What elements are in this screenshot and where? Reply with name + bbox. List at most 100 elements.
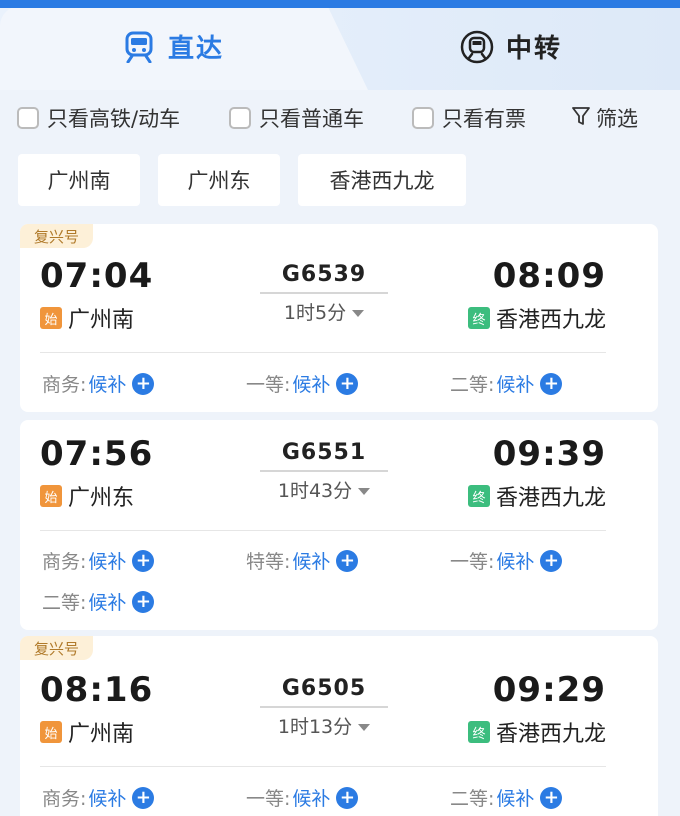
seat-class-label: 特等: <box>246 551 291 573</box>
departure-station: 始 广州南 <box>40 302 134 334</box>
seat-class[interactable]: 一等: 候补 + <box>246 784 359 811</box>
filter-available[interactable]: 只看有票 <box>412 103 526 133</box>
checkbox[interactable] <box>229 107 251 129</box>
filter-button[interactable]: 筛选 <box>572 103 638 133</box>
funnel-icon <box>572 106 590 131</box>
arrival-time: 09:39 <box>492 434 606 474</box>
divider <box>40 352 606 353</box>
seat-status: 候补 <box>292 788 331 810</box>
seat-class-label: 商务: <box>42 788 87 810</box>
filter-button-label: 筛选 <box>596 107 638 131</box>
plus-icon[interactable]: + <box>336 372 359 395</box>
departure-station-name: 广州南 <box>68 308 135 333</box>
station-chip[interactable]: 香港西九龙 <box>298 154 466 206</box>
top-accent-bar <box>0 0 680 8</box>
duration-text: 1时5分 <box>283 302 347 324</box>
tab-direct[interactable]: 直达 <box>122 28 224 65</box>
arrival-station-name: 香港西九龙 <box>495 486 606 511</box>
seat-status: 候补 <box>292 374 331 396</box>
departure-time: 08:16 <box>40 670 154 710</box>
seat-class-label: 二等: <box>450 374 495 396</box>
seat-class[interactable]: 一等: 候补 + <box>246 370 359 397</box>
seat-class[interactable]: 二等: 候补 + <box>450 784 563 811</box>
start-tag: 始 <box>40 485 62 507</box>
seat-status: 候补 <box>496 374 535 396</box>
duration[interactable]: 1时5分 <box>260 298 388 325</box>
tab-transfer-label: 中转 <box>506 34 563 64</box>
arrival-station: 终 香港西九龙 <box>467 302 606 334</box>
departure-station-name: 广州东 <box>68 486 135 511</box>
station-chip[interactable]: 广州东 <box>158 154 280 206</box>
filter-label: 只看普通车 <box>259 107 364 131</box>
seat-class-label: 二等: <box>42 592 87 614</box>
arrival-station-name: 香港西九龙 <box>495 308 606 333</box>
departure-station: 始 广州东 <box>40 480 134 512</box>
plus-icon[interactable]: + <box>336 786 359 809</box>
duration[interactable]: 1时43分 <box>260 476 388 503</box>
chevron-down-icon <box>352 310 365 317</box>
seat-status: 候补 <box>88 592 127 614</box>
divider <box>40 766 606 767</box>
departure-time: 07:56 <box>40 434 154 474</box>
train-line-divider <box>260 470 388 472</box>
filter-row: 只看高铁/动车 只看普通车 只看有票 筛选 <box>0 96 680 140</box>
arrival-station: 终 香港西九龙 <box>467 716 606 748</box>
plus-icon[interactable]: + <box>132 372 155 395</box>
train-number: G6551 <box>281 440 367 465</box>
duration-text: 1时43分 <box>277 480 353 502</box>
seat-class-label: 二等: <box>450 788 495 810</box>
start-tag: 始 <box>40 721 62 743</box>
arrival-station: 终 香港西九龙 <box>467 480 606 512</box>
departure-station: 始 广州南 <box>40 716 134 748</box>
plus-icon[interactable]: + <box>132 786 155 809</box>
checkbox[interactable] <box>17 107 39 129</box>
train-icon <box>122 30 156 64</box>
seat-status: 候补 <box>496 551 535 573</box>
plus-icon[interactable]: + <box>336 549 359 572</box>
train-card[interactable]: 复兴号 08:16 G6505 09:29 始 广州南 1时13分 终 香港西九… <box>20 636 658 816</box>
seat-class[interactable]: 商务: 候补 + <box>42 784 155 811</box>
end-tag: 终 <box>467 307 490 329</box>
plus-icon[interactable]: + <box>132 590 155 613</box>
chevron-down-icon <box>358 724 371 731</box>
seat-class-label: 商务: <box>42 374 87 396</box>
train-card[interactable]: 07:56 G6551 09:39 始 广州东 1时43分 终 香港西九龙 商务… <box>20 420 658 630</box>
seat-class[interactable]: 商务: 候补 + <box>42 547 155 574</box>
arrival-time: 08:09 <box>492 256 606 296</box>
checkbox[interactable] <box>412 107 434 129</box>
filter-label: 只看有票 <box>442 107 526 131</box>
chevron-down-icon <box>358 488 371 495</box>
seat-class-label: 一等: <box>246 374 291 396</box>
duration[interactable]: 1时13分 <box>260 712 388 739</box>
station-chip[interactable]: 广州南 <box>18 154 140 206</box>
start-tag: 始 <box>40 307 62 329</box>
end-tag: 终 <box>467 485 490 507</box>
seat-class[interactable]: 二等: 候补 + <box>42 588 155 615</box>
filter-regular[interactable]: 只看普通车 <box>229 103 364 133</box>
end-tag: 终 <box>467 721 490 743</box>
train-card[interactable]: 复兴号 07:04 G6539 08:09 始 广州南 1时5分 终 香港西九龙… <box>20 224 658 412</box>
tab-transfer[interactable]: 中转 <box>460 28 562 65</box>
train-number: G6505 <box>281 676 367 701</box>
plus-icon[interactable]: + <box>540 372 563 395</box>
seat-class[interactable]: 二等: 候补 + <box>450 370 563 397</box>
seat-status: 候补 <box>88 374 127 396</box>
seat-class[interactable]: 商务: 候补 + <box>42 370 155 397</box>
seat-status: 候补 <box>88 551 127 573</box>
filter-high-speed[interactable]: 只看高铁/动车 <box>17 103 180 133</box>
seat-status: 候补 <box>292 551 331 573</box>
seat-class[interactable]: 一等: 候补 + <box>450 547 563 574</box>
seat-class[interactable]: 特等: 候补 + <box>246 547 359 574</box>
arrival-station-name: 香港西九龙 <box>495 722 606 747</box>
departure-time: 07:04 <box>40 256 154 296</box>
plus-icon[interactable]: + <box>540 786 563 809</box>
train-line-divider <box>260 706 388 708</box>
departure-station-name: 广州南 <box>68 722 135 747</box>
plus-icon[interactable]: + <box>540 549 563 572</box>
plus-icon[interactable]: + <box>132 549 155 572</box>
seat-class-label: 一等: <box>246 788 291 810</box>
filter-label: 只看高铁/动车 <box>47 107 181 131</box>
transfer-train-icon <box>460 30 494 64</box>
seat-status: 候补 <box>496 788 535 810</box>
tab-direct-label: 直达 <box>168 34 225 64</box>
